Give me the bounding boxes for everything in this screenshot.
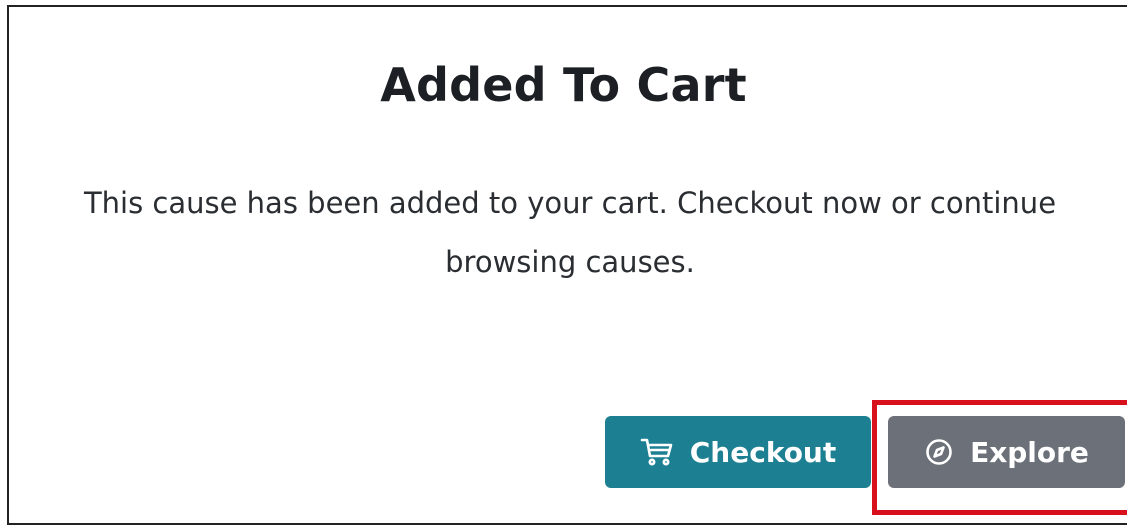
checkout-button[interactable]: Checkout [605, 416, 871, 488]
explore-label: Explore [970, 435, 1089, 469]
screen: Added To Cart This cause has been added … [0, 0, 1127, 525]
dialog-message: This cause has been added to your cart. … [83, 186, 1057, 279]
dialog-title: Added To Cart [380, 58, 747, 112]
checkout-label: Checkout [689, 435, 837, 469]
explore-button[interactable]: Explore [888, 416, 1125, 488]
shopping-cart-icon [640, 437, 674, 467]
compass-icon [924, 437, 954, 467]
